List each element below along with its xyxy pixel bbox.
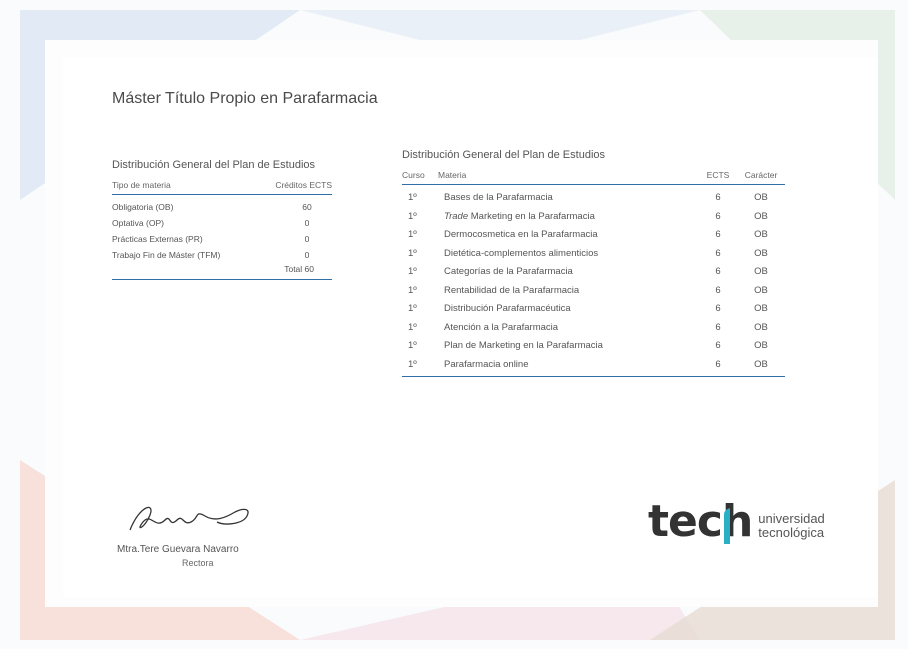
col-course: Curso	[402, 170, 425, 180]
row-course: 1º	[408, 210, 417, 222]
table-row: Trabajo Fin de Máster (TFM) 0	[112, 247, 332, 263]
row-ects: 6	[715, 210, 721, 222]
row-ects: 6	[715, 321, 721, 333]
row-type: OB	[754, 210, 768, 222]
table-row: 1º Plan de Marketing en la Parafarmacia 6 O…	[402, 337, 785, 356]
row-subject: Rentabilidad de la Parafarmacia	[444, 282, 699, 301]
university-logo: tech universidad tecnológica	[648, 500, 825, 544]
row-subject-text: Atención a la Parafarmacia	[444, 321, 559, 333]
logo-line-2: tecnológica	[758, 525, 825, 540]
row-course: 1º	[408, 321, 417, 333]
row-subject: Trade Marketing en la Parafarmacia	[444, 208, 699, 227]
document-title: Máster Título Propio en Parafarmacia	[112, 90, 378, 107]
row-course: 1º	[408, 340, 417, 351]
row-subject-text: Dermocosmetica en la Parafarmacia	[444, 229, 598, 240]
row-subject-text: Rentabilidad de la Parafarmacia	[444, 284, 580, 296]
row-credits: 0	[304, 218, 310, 228]
row-type: OB	[754, 358, 768, 370]
study-plan-header: Curso Materia ECTS Carácter	[402, 170, 785, 185]
row-subject: Atención a la Parafarmacia	[444, 319, 699, 338]
row-subject-text: Plan de Marketing en la Parafarmacia	[444, 340, 603, 351]
row-subject-text: Dietética-complementos alimenticios	[444, 247, 599, 259]
table-row: 1º Trade Marketing en la Parafarmacia 6 OB	[402, 208, 785, 227]
row-subject: Categorías de la Parafarmacia	[444, 263, 699, 282]
col-ects-credits: Créditos ECTS	[275, 180, 332, 190]
logo-line-1: universidad	[758, 511, 825, 526]
table-row: 1º Dermocosmetica en la Parafarmacia 6 OB	[402, 226, 785, 245]
table-row: 1º Bases de la Parafarmacia 6 OB	[402, 189, 785, 208]
row-type: OB	[754, 247, 768, 259]
row-ects: 6	[715, 192, 721, 203]
row-type: OB	[754, 192, 768, 203]
row-course: 1º	[408, 229, 417, 240]
signature-image	[129, 506, 249, 531]
row-type: OB	[754, 340, 768, 351]
row-subject: Parafarmacia online	[444, 356, 699, 375]
row-subject: Dermocosmetica en la Parafarmacia	[444, 226, 699, 245]
credits-table-header: Tipo de materia Créditos ECTS	[112, 180, 332, 195]
row-subject-text: Categorías de la Parafarmacia	[444, 266, 573, 277]
col-subject-type: Tipo de materia	[112, 180, 171, 190]
study-plan-body: 1º Bases de la Parafarmacia 6 OB 1º Trade Mar…	[402, 185, 785, 377]
row-course: 1º	[408, 266, 417, 277]
row-type: OB	[754, 321, 768, 333]
study-plan-table: Distribución General del Plan de Estudio…	[402, 149, 785, 377]
table-row: 1º Distribución Parafarmacéutica 6 OB	[402, 300, 785, 319]
table-row: 1º Dietética-complementos alimenticios 6 OB	[402, 245, 785, 264]
row-type: Obligatoria (OB)	[112, 202, 174, 212]
table-row: 1º Parafarmacia online 6 OB	[402, 356, 785, 375]
credits-summary-table: Distribución General del Plan de Estudio…	[112, 159, 332, 280]
row-subject: Dietética-complementos alimenticios	[444, 245, 699, 264]
row-type: OB	[754, 303, 768, 314]
row-subject-prefix: Trade	[444, 210, 469, 222]
row-ects: 6	[715, 229, 721, 240]
row-subject-text: Bases de la Parafarmacia	[444, 192, 553, 203]
row-type: Optativa (OP)	[112, 218, 164, 228]
col-type: Carácter	[744, 170, 778, 180]
row-course: 1º	[408, 247, 417, 259]
row-course: 1º	[408, 284, 417, 296]
row-ects: 6	[715, 340, 721, 351]
row-subject: Plan de Marketing en la Parafarmacia	[444, 337, 699, 356]
row-ects: 6	[715, 266, 721, 277]
table-row: 1º Atención a la Parafarmacia 6 OB	[402, 319, 785, 338]
row-subject: Bases de la Parafarmacia	[444, 189, 699, 208]
signatory-name: Mtra.Tere Guevara Navarro	[117, 544, 239, 555]
credits-total: Total 60	[284, 264, 314, 274]
table-row: 1º Categorías de la Parafarmacia 6 OB	[402, 263, 785, 282]
row-subject-text: Distribución Parafarmacéutica	[444, 303, 571, 314]
row-course: 1º	[408, 303, 417, 314]
study-plan-heading: Distribución General del Plan de Estudio…	[402, 149, 606, 161]
logo-subtitle: universidad tecnológica	[758, 512, 825, 544]
row-subject-text: Parafarmacia online	[444, 358, 529, 370]
row-type: Prácticas Externas (PR)	[112, 234, 203, 244]
col-ects: ECTS	[706, 170, 730, 180]
row-ects: 6	[715, 247, 721, 259]
credits-table-heading: Distribución General del Plan de Estudio…	[112, 159, 316, 171]
row-subject: Distribución Parafarmacéutica	[444, 300, 699, 319]
row-course: 1º	[408, 192, 417, 203]
table-row: 1º Rentabilidad de la Parafarmacia 6 OB	[402, 282, 785, 301]
row-credits: 0	[304, 234, 310, 244]
table-row: Optativa (OP) 0	[112, 215, 332, 231]
row-ects: 6	[715, 358, 721, 370]
logo-wordmark: tech	[648, 496, 753, 547]
row-type: OB	[754, 229, 768, 240]
row-type: OB	[754, 284, 768, 296]
col-subject: Materia	[438, 170, 467, 180]
row-type: Trabajo Fin de Máster (TFM)	[112, 250, 221, 260]
signatory-role: Rectora	[182, 558, 214, 568]
row-ects: 6	[715, 303, 721, 314]
row-ects: 6	[715, 284, 721, 296]
table-row: Obligatoria (OB) 60	[112, 199, 332, 215]
logo-h-accent: h	[721, 496, 753, 547]
row-credits: 0	[304, 250, 310, 260]
row-type: OB	[754, 266, 768, 277]
row-course: 1º	[408, 358, 417, 370]
row-credits: 60	[302, 202, 312, 212]
row-subject-text: Marketing en la Parafarmacia	[468, 210, 595, 222]
table-row: Prácticas Externas (PR) 0	[112, 231, 332, 247]
